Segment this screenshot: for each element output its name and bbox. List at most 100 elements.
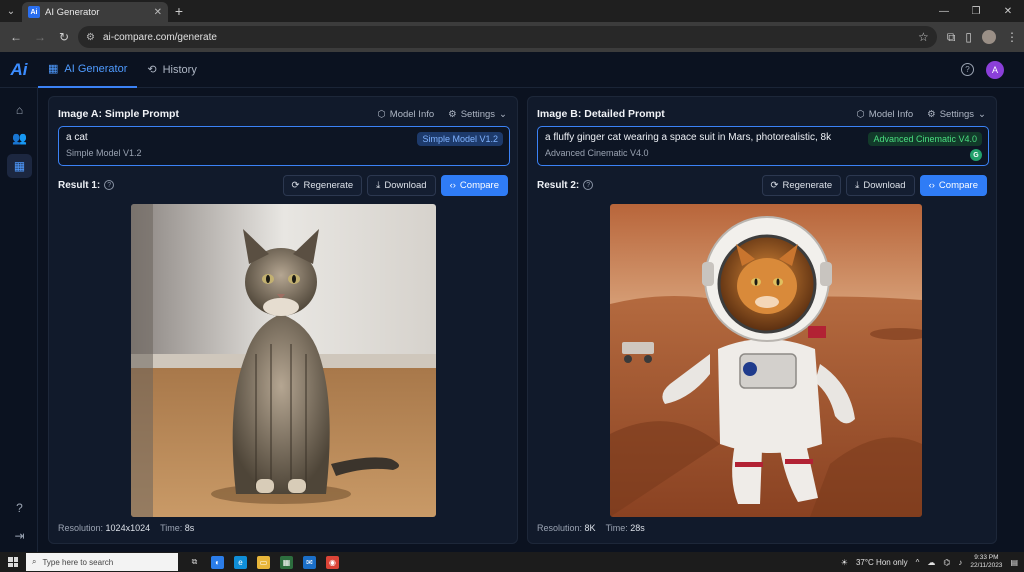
side-panel-icon[interactable]: ▯ — [965, 30, 972, 44]
cube-icon: ⬡ — [377, 108, 386, 120]
download-icon: ⤓ — [855, 179, 860, 191]
info-icon[interactable]: ? — [104, 180, 115, 190]
tab-history[interactable]: ⟲ History — [137, 52, 206, 88]
back-icon[interactable]: ← — [6, 30, 26, 44]
browser-profile-avatar[interactable] — [982, 30, 996, 44]
taskbar-apps: ⧉ ◐ e ▭ ▦ ✉ ◉ — [188, 555, 339, 569]
cloud-icon[interactable]: ☁ — [927, 558, 935, 567]
file-explorer-icon[interactable]: ▭ — [257, 555, 270, 569]
close-window-icon[interactable]: ✕ — [992, 6, 1024, 17]
result-row: Result 2:? ⟳ Regenerate ⤓ Download ‹› Compa… — [537, 174, 987, 196]
regenerate-button[interactable]: ⟳ Regenerate — [761, 174, 842, 196]
settings-dropdown[interactable]: ⚙ Settings ⌄ — [448, 109, 507, 120]
window-controls: — ❐ ✕ — [928, 6, 1024, 17]
info-icon[interactable]: ? — [583, 180, 594, 190]
download-button[interactable]: ⤓ Download — [367, 174, 436, 196]
site-info-icon[interactable]: ⚙ — [86, 32, 95, 43]
sidebar-item-help[interactable]: ? — [7, 496, 32, 520]
code-icon: ‹› — [928, 179, 935, 191]
app-root: Ai ▦ AI Generator ⟲ History ? A ⌂ 👥 ▦ ? … — [0, 52, 1024, 552]
gear-icon: ⚙ — [448, 108, 457, 120]
model-info-button[interactable]: ⬡ Model Info — [857, 109, 914, 120]
logout-icon: ⇥ — [14, 529, 25, 543]
mail-icon[interactable]: ✉ — [303, 555, 316, 569]
compare-button[interactable]: ‹› Compare — [919, 174, 987, 196]
sidebar-item-logout[interactable]: ⇥ — [7, 524, 32, 548]
chevron-down-icon: ⌄ — [499, 108, 507, 120]
browser-tab-strip: ⌄ Ai AI Generator ✕ + — ❐ ✕ — [0, 0, 1024, 22]
sidebar-item-generator[interactable]: ▦ — [7, 154, 32, 178]
help-icon: ? — [16, 501, 23, 515]
store-icon[interactable]: ▦ — [280, 555, 293, 569]
chrome-icon[interactable]: ◉ — [326, 555, 339, 569]
sidebar-item-home[interactable]: ⌂ — [7, 98, 32, 122]
result-label: Result 1:? — [58, 180, 115, 191]
prompt-input[interactable]: a fluffy ginger cat wearing a space suit… — [537, 126, 989, 166]
weather-icon[interactable]: ☀ — [841, 558, 848, 567]
compare-button[interactable]: ‹› Compare — [440, 174, 508, 196]
address-bar-row: ← → ↻ ⚙ ai-compare.com/generate ☆ ⧉ ▯ ⋮ — [0, 22, 1024, 52]
url-bar[interactable]: ⚙ ai-compare.com/generate ☆ — [78, 26, 937, 48]
settings-dropdown[interactable]: ⚙ Settings ⌄ — [927, 109, 986, 120]
volume-icon[interactable]: ♪ — [958, 558, 962, 567]
tab-label: AI Generator — [64, 62, 128, 75]
panel-tools: ⬡ Model Info ⚙ Settings ⌄ — [857, 109, 987, 120]
result-actions: ⟳ Regenerate ⤓ Download ‹› Compare — [282, 174, 508, 196]
search-icon: ⌕ — [32, 557, 37, 566]
panel-header: Image A: Simple Prompt ⬡ Model Info ⚙ Sett… — [58, 107, 507, 121]
network-icon[interactable]: ⌬ — [943, 558, 950, 567]
prompt-model-label: Advanced Cinematic V4.0 — [545, 148, 649, 158]
restore-icon[interactable]: ❐ — [960, 6, 992, 17]
panel-title: Image A: Simple Prompt — [58, 108, 179, 120]
result-actions: ⟳ Regenerate ⤓ Download ‹› Compare — [761, 174, 987, 196]
image-meta: Resolution: 8K Time: 28s — [537, 523, 645, 533]
help-icon[interactable]: ? — [961, 63, 974, 76]
browser-tab[interactable]: Ai AI Generator ✕ — [22, 2, 168, 22]
image-meta: Resolution: 1024x1024 Time: 8s — [58, 523, 194, 533]
task-view-icon[interactable]: ⧉ — [188, 556, 201, 569]
image-b-panel: Image B: Detailed Prompt ⬡ Model Info ⚙ Se… — [527, 96, 997, 544]
grid-icon: ▦ — [48, 63, 59, 75]
tab-search-icon[interactable]: ⌄ — [0, 0, 22, 22]
regenerate-button[interactable]: ⟳ Regenerate — [282, 174, 363, 196]
windows-start-icon[interactable] — [0, 557, 26, 567]
tray-chevron-icon[interactable]: ^ — [916, 558, 920, 567]
download-icon: ⤓ — [376, 179, 381, 191]
model-info-button[interactable]: ⬡ Model Info — [378, 109, 435, 120]
close-tab-icon[interactable]: ✕ — [154, 7, 162, 18]
edge-icon[interactable]: e — [234, 555, 247, 569]
header-right: ? A — [961, 60, 1024, 79]
download-button[interactable]: ⤓ Download — [846, 174, 915, 196]
panel-title: Image B: Detailed Prompt — [537, 108, 665, 120]
weather-text[interactable]: 37°C Hon only — [856, 558, 908, 567]
forward-icon[interactable]: → — [30, 30, 50, 44]
notification-icon[interactable]: ▤ — [1010, 558, 1018, 567]
result-row: Result 1:? ⟳ Regenerate ⤓ Download ‹› Compa… — [58, 174, 508, 196]
copilot-icon[interactable]: ◐ — [211, 555, 224, 569]
code-icon: ‹› — [449, 179, 456, 191]
user-avatar[interactable]: A — [986, 60, 1004, 79]
tab-title: AI Generator — [45, 6, 100, 18]
bookmark-star-icon[interactable]: ☆ — [918, 30, 929, 44]
prompt-input[interactable]: a cat Simple Model V1.2 Simple Model V1.… — [58, 126, 510, 166]
browser-menu-icon[interactable]: ⋮ — [1006, 30, 1018, 44]
result-label: Result 2:? — [537, 180, 594, 191]
new-tab-icon[interactable]: + — [168, 3, 190, 19]
taskbar: ⌕ Type here to search ⧉ ◐ e ▭ ▦ ✉ ◉ ☀ 37… — [0, 552, 1024, 572]
extensions-icon[interactable]: ⧉ — [947, 30, 956, 45]
cube-icon: ⬡ — [856, 108, 865, 120]
tab-label: History — [162, 63, 197, 76]
minimize-icon[interactable]: — — [928, 6, 960, 17]
system-tray: ☀ 37°C Hon only ^ ☁ ⌬ ♪ 9:33 PM 22/11/20… — [841, 554, 1024, 570]
app-header: Ai ▦ AI Generator ⟲ History ? A — [0, 52, 1024, 88]
taskbar-search-input[interactable]: ⌕ Type here to search — [26, 553, 178, 571]
favicon-icon: Ai — [28, 6, 40, 18]
grammar-badge-icon[interactable]: G — [970, 149, 982, 161]
reload-icon[interactable]: ↻ — [54, 30, 74, 44]
time-text: Time: 8s — [160, 523, 195, 533]
refresh-icon: ⟳ — [770, 179, 779, 191]
tab-ai-generator[interactable]: ▦ AI Generator — [38, 52, 138, 88]
sidebar-item-users[interactable]: 👥 — [7, 126, 32, 150]
browser-toolbar-right: ⧉ ▯ ⋮ — [947, 30, 1018, 45]
clock[interactable]: 9:33 PM 22/11/2023 — [970, 554, 1002, 570]
